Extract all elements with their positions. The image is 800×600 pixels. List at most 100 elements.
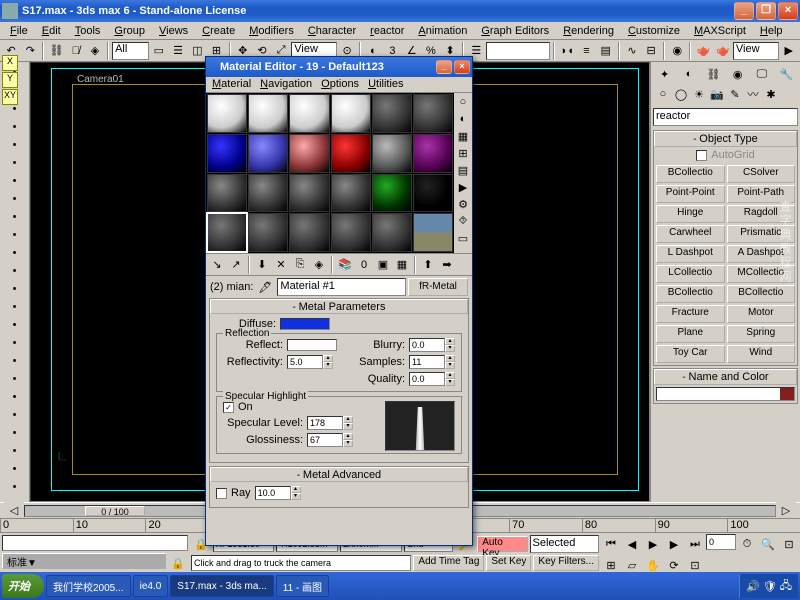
reactor-tool-22[interactable]: • bbox=[5, 460, 25, 477]
menu-reactor[interactable]: reactor bbox=[364, 24, 410, 37]
sample-slot-11[interactable] bbox=[413, 134, 453, 173]
matlib-icon[interactable]: ▭ bbox=[455, 230, 471, 246]
render-preset[interactable]: View bbox=[733, 42, 779, 60]
sample-slot-13[interactable] bbox=[248, 174, 288, 213]
name-color-header[interactable]: - Name and Color bbox=[654, 369, 797, 385]
material-type-button[interactable]: fR-Metal bbox=[408, 278, 468, 296]
schematic-button[interactable]: ⊟ bbox=[642, 41, 660, 61]
create-spring[interactable]: Spring bbox=[727, 325, 796, 343]
reactor-tool-13[interactable]: • bbox=[5, 298, 25, 315]
lights-icon[interactable]: ☀ bbox=[691, 86, 707, 102]
menu-edit[interactable]: Edit bbox=[36, 24, 67, 37]
me-close-button[interactable]: × bbox=[454, 60, 470, 74]
curve-editor-button[interactable]: ∿ bbox=[623, 41, 641, 61]
put-to-lib-icon[interactable]: 📚 bbox=[336, 256, 354, 274]
reflect-swatch[interactable] bbox=[287, 339, 337, 351]
material-editor[interactable]: Material Editor - 19 - Default123 _ × Ma… bbox=[205, 56, 473, 546]
spacewarps-icon[interactable]: 〰 bbox=[745, 86, 761, 102]
material-name[interactable]: Material #1 bbox=[277, 278, 406, 296]
sample-slot-9[interactable] bbox=[331, 134, 371, 173]
reactor-tool-23[interactable]: • bbox=[5, 478, 25, 495]
create-ldashpot[interactable]: L Dashpot bbox=[656, 245, 725, 263]
make-preview-icon[interactable]: ▶ bbox=[455, 179, 471, 195]
axis-xy[interactable]: XY bbox=[2, 89, 18, 105]
artbtn[interactable]: 标准▼ bbox=[2, 553, 166, 569]
options-icon[interactable]: ⚙ bbox=[455, 196, 471, 212]
metal-params-header[interactable]: - Metal Parameters bbox=[210, 299, 468, 314]
sample-slot-18[interactable] bbox=[207, 213, 247, 252]
axis-x[interactable]: X bbox=[2, 55, 18, 71]
reactor-tool-6[interactable]: • bbox=[5, 172, 25, 189]
tray-icon[interactable]: 🛡 bbox=[763, 580, 777, 593]
addtag-button[interactable]: Add Time Tag bbox=[413, 555, 484, 571]
reactor-tool-15[interactable]: • bbox=[5, 334, 25, 351]
maxscript-listener[interactable] bbox=[2, 535, 188, 551]
sample-slot-12[interactable] bbox=[207, 174, 247, 213]
go-sibling-icon[interactable]: ➡ bbox=[438, 256, 456, 274]
reflectivity-spinner[interactable]: ▴▾ bbox=[287, 355, 333, 369]
select-button[interactable]: ▭ bbox=[150, 41, 168, 61]
reactor-tool-7[interactable]: • bbox=[5, 190, 25, 207]
sample-slot-3[interactable] bbox=[331, 94, 371, 133]
gloss-spinner[interactable]: ▴▾ bbox=[307, 433, 353, 447]
keyfilters-button[interactable]: Key Filters... bbox=[533, 555, 599, 571]
menu-rendering[interactable]: Rendering bbox=[557, 24, 620, 37]
shapes-icon[interactable]: ◯ bbox=[673, 86, 689, 102]
axis-y[interactable]: Y bbox=[2, 72, 18, 88]
menu-group[interactable]: Group bbox=[108, 24, 151, 37]
create-motor[interactable]: Motor bbox=[727, 305, 796, 323]
reactor-tool-18[interactable]: • bbox=[5, 388, 25, 405]
reactor-tool-20[interactable]: • bbox=[5, 424, 25, 441]
video-check-icon[interactable]: ▤ bbox=[455, 162, 471, 178]
minimize-button[interactable]: _ bbox=[734, 2, 754, 20]
pick-icon[interactable]: 🖋 bbox=[255, 277, 275, 297]
modify-tab[interactable]: ◐ bbox=[677, 64, 700, 84]
mateditor-button[interactable]: ◉ bbox=[668, 41, 686, 61]
close-button[interactable]: × bbox=[778, 2, 798, 20]
create-toycar[interactable]: Toy Car bbox=[656, 345, 725, 363]
sample-slot-1[interactable] bbox=[248, 94, 288, 133]
category-combo[interactable]: reactor bbox=[653, 108, 798, 126]
display-tab[interactable]: 🖵 bbox=[750, 64, 773, 84]
tray-icon[interactable]: 🔊 bbox=[746, 580, 760, 593]
keymode-combo[interactable]: Selected bbox=[530, 535, 600, 553]
motion-tab[interactable]: ◉ bbox=[726, 64, 749, 84]
ray-check[interactable] bbox=[216, 488, 227, 499]
next-frame-icon[interactable]: ▶ bbox=[664, 534, 684, 554]
menu-modifiers[interactable]: Modifiers bbox=[243, 24, 300, 37]
autokey-button[interactable]: Auto Key bbox=[477, 536, 527, 552]
select-region-button[interactable]: ◫ bbox=[188, 41, 206, 61]
menu-create[interactable]: Create bbox=[196, 24, 241, 37]
mirror-button[interactable]: ◗◖ bbox=[558, 41, 576, 61]
create-fracture[interactable]: Fracture bbox=[656, 305, 725, 323]
reactor-tool-17[interactable]: • bbox=[5, 370, 25, 387]
mateditor-titlebar[interactable]: Material Editor - 19 - Default123 _ × bbox=[206, 57, 472, 77]
sample-slot-5[interactable] bbox=[413, 94, 453, 133]
sample-slot-2[interactable] bbox=[289, 94, 329, 133]
menu-views[interactable]: Views bbox=[153, 24, 194, 37]
quick-render-button[interactable]: 🫖 bbox=[714, 41, 732, 61]
me-menu-utilities[interactable]: Utilities bbox=[364, 78, 407, 91]
make-unique-icon[interactable]: ◈ bbox=[310, 256, 328, 274]
metal-adv-header[interactable]: - Metal Advanced bbox=[210, 467, 468, 482]
reactor-tool-5[interactable]: • bbox=[5, 154, 25, 171]
make-copy-icon[interactable]: ⎘ bbox=[291, 256, 309, 274]
show-in-vp-icon[interactable]: ▣ bbox=[374, 256, 392, 274]
create-lcollectio[interactable]: LCollectio bbox=[656, 265, 725, 283]
taskbar-item[interactable]: ie4.0 bbox=[133, 575, 169, 597]
sample-slot-0[interactable] bbox=[207, 94, 247, 133]
frame-field[interactable]: 0 bbox=[706, 534, 736, 550]
helpers-icon[interactable]: ✎ bbox=[727, 86, 743, 102]
sample-slot-6[interactable] bbox=[207, 134, 247, 173]
reactor-tool-4[interactable]: • bbox=[5, 136, 25, 153]
menu-graph editors[interactable]: Graph Editors bbox=[475, 24, 555, 37]
reactor-tool-14[interactable]: • bbox=[5, 316, 25, 333]
create-wind[interactable]: Wind bbox=[727, 345, 796, 363]
menu-help[interactable]: Help bbox=[754, 24, 789, 37]
me-menu-navigation[interactable]: Navigation bbox=[256, 78, 316, 91]
go-parent-icon[interactable]: ⬆ bbox=[419, 256, 437, 274]
menu-animation[interactable]: Animation bbox=[412, 24, 473, 37]
menu-customize[interactable]: Customize bbox=[622, 24, 686, 37]
sample-slot-22[interactable] bbox=[372, 213, 412, 252]
object-type-header[interactable]: - Object Type bbox=[654, 131, 797, 147]
